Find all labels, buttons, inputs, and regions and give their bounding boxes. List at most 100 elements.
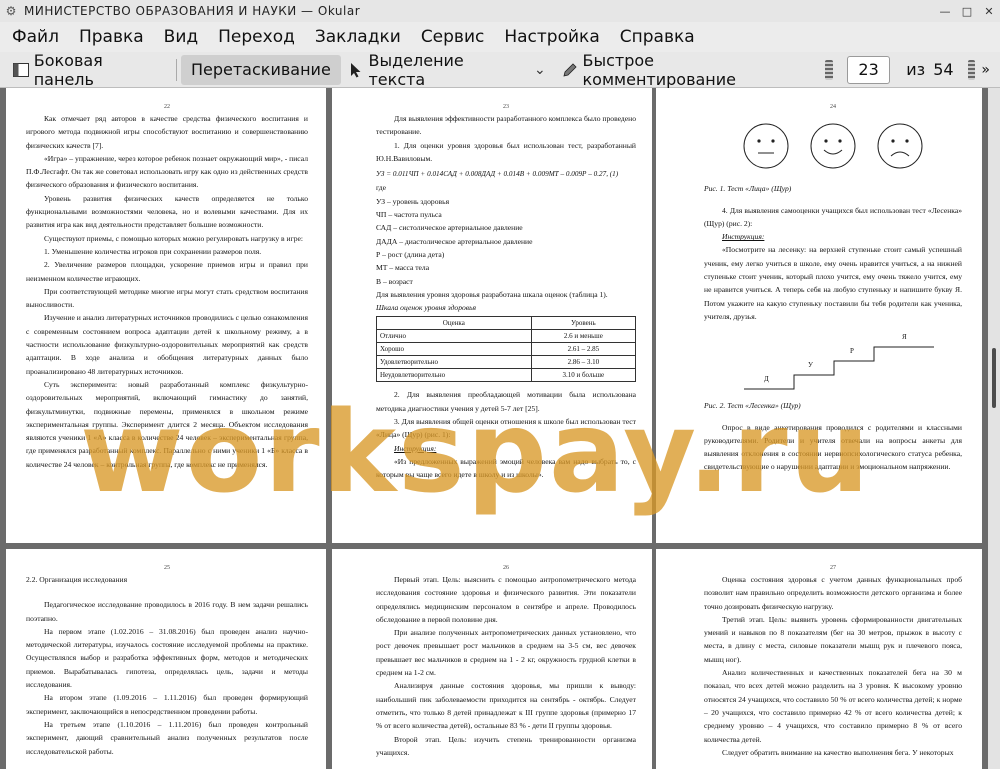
paragraph: 3. Для выявления общей оценки отношения … [376, 417, 636, 440]
page-number: 22 [164, 104, 170, 110]
definition: САД – систолическое артериальное давлени… [376, 223, 523, 233]
table-caption: Шкала оценок уровня здоровья [376, 303, 477, 313]
minimize-icon[interactable]: — [934, 5, 956, 18]
menu-view[interactable]: Вид [152, 27, 206, 47]
toolbar-overflow-icon[interactable]: » [981, 62, 990, 78]
instruction-label: Инструкция: [394, 443, 437, 453]
document-page-25: 25 2.2. Организация исследования Педагог… [6, 549, 326, 769]
menu-help[interactable]: Справка [608, 27, 703, 47]
page-number: 23 [503, 104, 509, 110]
drag-mode-button[interactable]: Перетаскивание [180, 54, 341, 85]
scrollbar-thumb[interactable] [992, 348, 996, 408]
table-cell: Неудовлетворительно [376, 368, 532, 383]
paragraph: Первый этап. Цель: выяснить с помощью ан… [376, 575, 636, 624]
text-select-label: Выделение текста [368, 50, 464, 89]
menu-file[interactable]: Файл [0, 27, 67, 47]
instruction-label: Инструкция: [722, 232, 765, 242]
table-cell: 3.10 и больше [530, 368, 637, 383]
menu-edit[interactable]: Правка [67, 27, 152, 47]
table-cell: Отлично [376, 329, 532, 344]
page-number: 27 [830, 565, 836, 571]
paragraph: Существуют приемы, с помощью которых мож… [44, 233, 303, 243]
close-icon[interactable]: ✕ [978, 5, 1000, 18]
page-number-input[interactable]: 23 [846, 55, 891, 84]
page-number: 25 [164, 565, 170, 571]
total-pages: 54 [933, 60, 954, 79]
paragraph: Суть эксперимента: новый разработанный к… [26, 379, 308, 469]
faces-drawing [743, 123, 923, 169]
table-header-row: Оценка Уровень [376, 316, 637, 331]
definition: ЧП – частота пульса [376, 210, 442, 220]
toolbar-grip[interactable] [825, 59, 833, 80]
table-header-cell: Оценка [376, 316, 532, 331]
section-heading: 2.2. Организация исследования [26, 575, 128, 584]
paragraph: Третий этап. Цель: выявить уровень сформ… [704, 614, 962, 664]
list-item: 2. Увеличение размеров площадки, ускорен… [26, 260, 308, 283]
list-item: 1. Уменьшение количества игроков при сох… [44, 246, 262, 256]
figure-caption: Рис. 1. Тест «Лица» (Щур) [704, 184, 792, 194]
table-header-cell: Уровень [530, 316, 637, 331]
paragraph: Оценка состояния здоровья с учетом данны… [704, 575, 962, 611]
table-row: Удовлетворительно 2.86 – 3.10 [376, 355, 637, 370]
cursor-icon [347, 61, 365, 79]
menu-go[interactable]: Переход [206, 27, 303, 47]
sidebar-icon [12, 61, 30, 79]
paragraph: Как отмечает ряд авторов в качестве сред… [26, 114, 308, 150]
ladder-letter: Р [850, 347, 854, 356]
drag-mode-label: Перетаскивание [190, 60, 331, 79]
paragraph: 2. Для выявления преобладающей мотивации… [376, 390, 636, 413]
paragraph: На третьем этапе (1.10.2016 – 1.11.2016)… [26, 719, 308, 756]
paragraph: На первом этапе (1.02.2016 – 31.08.2016)… [26, 626, 308, 690]
sidebar-button-label: Боковая панель [33, 50, 103, 89]
menu-settings[interactable]: Настройка [492, 27, 607, 47]
paragraph: Анализируя данные состояния здоровья, мы… [376, 681, 636, 731]
paragraph: Следует обратить внимание на качество вы… [722, 747, 954, 757]
maximize-icon[interactable]: □ [956, 5, 978, 18]
table-cell: Хорошо [376, 342, 532, 357]
definition: МТ – масса тела [376, 263, 430, 273]
paragraph: При соответствующей методике многие игры… [26, 286, 308, 310]
paragraph: «Из предложенных выражений эмоций челове… [376, 456, 636, 480]
ladder-letter: Я [902, 333, 907, 342]
page-number: 24 [830, 104, 836, 110]
document-page-22: 22 Как отмечает ряд авторов в качестве с… [6, 88, 326, 543]
paragraph: Педагогическое исследование проводилось … [26, 600, 308, 623]
paragraph: При анализе полученных антропометрически… [376, 628, 636, 678]
paragraph: Второй этап. Цель: изучить степень трени… [376, 734, 636, 757]
table-row: Хорошо 2.61 – 2.85 [376, 342, 637, 357]
menu-tools[interactable]: Сервис [409, 27, 493, 47]
paragraph: «Игра» – упражнение, через которое ребен… [26, 153, 308, 190]
page-of-label: из [906, 60, 926, 79]
okular-app-icon: ⚙ [5, 4, 17, 18]
paragraph: Уровень развития физических качеств опре… [26, 193, 308, 230]
vertical-scrollbar[interactable] [988, 88, 1000, 769]
definition: ДАДА – диастолическое артериальное давле… [376, 236, 533, 246]
paragraph: «Посмотрите на лесенку: на верхней ступе… [704, 245, 962, 321]
paragraph: Для выявления уровня здоровья разработан… [376, 289, 608, 299]
toolbar-separator [176, 58, 177, 81]
table-cell: Удовлетворительно [376, 355, 532, 370]
document-page-24: 24 Рис. 1. Тест «Лица» (Щур) 4. Для выяв… [656, 88, 982, 543]
paragraph: Изучение и анализ литературных источнико… [26, 313, 308, 376]
quick-annotate-label: Быстрое комментирование [582, 50, 737, 89]
table-row: Отлично 2.6 и меньше [376, 329, 637, 344]
toolbar-grip-right[interactable] [967, 59, 976, 80]
health-scale-table: Оценка Уровень Отлично 2.6 и меньше Хоро… [376, 316, 637, 383]
table-cell: 2.86 – 3.10 [530, 355, 637, 370]
menu-bookmarks[interactable]: Закладки [303, 27, 409, 47]
chevron-down-icon[interactable]: ⌄ [531, 61, 549, 79]
table-cell: 2.6 и меньше [530, 329, 637, 344]
definition: УЗ – уровень здоровья [376, 196, 450, 206]
ladder-letter: У [808, 361, 813, 370]
ladder-letter: Д [764, 375, 769, 384]
table-cell: 2.61 – 2.85 [530, 342, 637, 357]
document-page-26: 26 Первый этап. Цель: выяснить с помощью… [332, 549, 652, 769]
paragraph: Анализ количественных и качественных пок… [704, 668, 962, 744]
paragraph: На втором этапе (1.09.2016 – 1.11.2016) … [26, 693, 308, 716]
paragraph: Для выявления эффективности разработанно… [376, 114, 636, 137]
sidebar-button[interactable]: Боковая панель [6, 51, 172, 89]
document-viewport[interactable]: 22 Как отмечает ряд авторов в качестве с… [0, 88, 988, 769]
definition: Р – рост (длина дета) [376, 249, 445, 259]
quick-annotate-button[interactable]: Быстрое комментирование [555, 51, 815, 89]
text-select-button[interactable]: Выделение текста ⌄ [341, 51, 555, 89]
